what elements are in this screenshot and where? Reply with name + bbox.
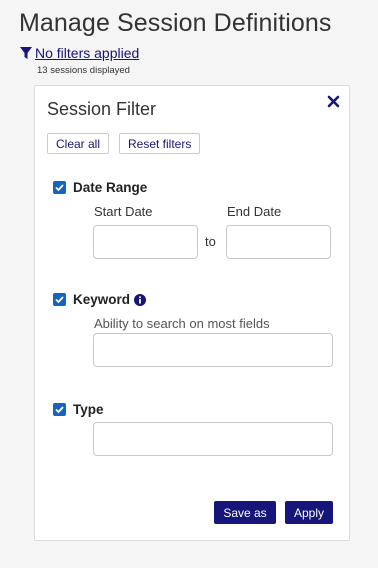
close-icon[interactable] [327, 95, 340, 108]
keyword-label: Keyword [73, 292, 147, 307]
sessions-count: 13 sessions displayed [37, 65, 130, 76]
checkmark-icon [55, 184, 64, 192]
session-filter-panel: Session Filter Clear all Reset filters D… [34, 85, 350, 541]
filter-status: No filters applied [19, 45, 139, 61]
panel-title: Session Filter [47, 99, 157, 119]
date-range-label: Date Range [73, 180, 148, 195]
checkmark-icon [55, 406, 64, 414]
date-separator: to [205, 234, 216, 249]
type-input[interactable] [93, 422, 333, 456]
reset-filters-button[interactable]: Reset filters [119, 133, 201, 154]
apply-button[interactable]: Apply [285, 501, 333, 524]
keyword-input[interactable] [93, 333, 333, 367]
type-checkbox[interactable] [53, 403, 66, 416]
type-label: Type [73, 402, 104, 417]
keyword-checkbox[interactable] [53, 293, 66, 306]
save-as-button[interactable]: Save as [214, 501, 276, 524]
page-title: Manage Session Definitions [19, 9, 332, 37]
date-range-checkbox[interactable] [53, 181, 66, 194]
end-date-input[interactable] [226, 225, 331, 259]
start-date-label: Start Date [94, 204, 153, 219]
end-date-label: End Date [227, 204, 282, 219]
start-date-input[interactable] [93, 225, 198, 259]
keyword-hint: Ability to search on most fields [94, 316, 270, 331]
funnel-icon[interactable] [19, 46, 33, 60]
clear-all-button[interactable]: Clear all [47, 133, 110, 154]
info-icon[interactable] [134, 293, 147, 306]
no-filters-link[interactable]: No filters applied [35, 45, 139, 61]
checkmark-icon [55, 296, 64, 304]
